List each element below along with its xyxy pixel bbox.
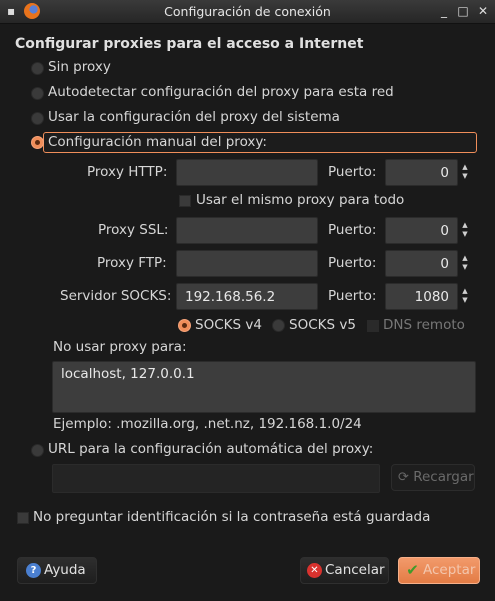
auto-config-url-input[interactable] (52, 464, 380, 493)
http-proxy-label: Proxy HTTP: (87, 164, 168, 180)
checkmark-icon: ✔ (406, 560, 419, 579)
chevron-up-icon[interactable]: ▲ (461, 287, 469, 296)
reload-icon: ⟳ (398, 470, 409, 485)
reload-button[interactable]: ⟳ Recargar (391, 464, 475, 491)
no-proxy-for-label: No usar proxy para: (53, 339, 187, 355)
radio-socks-v4[interactable] (178, 319, 191, 332)
socks-port-input[interactable]: 1080 (385, 283, 458, 310)
http-proxy-input[interactable] (176, 159, 318, 186)
socks-v5-label: SOCKS v5 (289, 317, 356, 333)
no-proxy-for-textarea[interactable]: localhost, 127.0.0.1 (52, 361, 476, 413)
socks-port-label: Puerto: (328, 288, 377, 304)
radio-system-proxy[interactable] (31, 112, 44, 125)
help-button[interactable]: ? Ayuda (17, 557, 97, 584)
ftp-port-stepper[interactable]: ▲ ▼ (461, 254, 469, 272)
accept-button[interactable]: ✔ Aceptar (398, 557, 480, 584)
ssl-port-label: Puerto: (328, 222, 377, 238)
no-proxy-label: Sin proxy (48, 59, 111, 75)
page-title: Configurar proxies para el acceso a Inte… (15, 36, 364, 52)
ssl-port-input[interactable]: 0 (385, 217, 458, 244)
cancel-label: Cancelar (325, 562, 385, 578)
no-proxy-for-value: localhost, 127.0.0.1 (61, 366, 195, 382)
auto-config-url-label: URL para la configuración automática del… (48, 441, 374, 457)
socks-v4-label: SOCKS v4 (195, 317, 262, 333)
ftp-proxy-input[interactable] (176, 250, 318, 277)
http-port-input[interactable]: 0 (385, 159, 458, 186)
chevron-down-icon[interactable]: ▼ (461, 230, 469, 239)
window-title: Configuración de conexión (164, 4, 331, 19)
chevron-down-icon[interactable]: ▼ (461, 296, 469, 305)
autodetect-label: Autodetectar configuración del proxy par… (48, 84, 394, 100)
accept-label: Aceptar (423, 562, 476, 578)
chevron-up-icon[interactable]: ▲ (461, 221, 469, 230)
system-proxy-label: Usar la configuración del proxy del sist… (48, 109, 340, 125)
chevron-down-icon[interactable]: ▼ (461, 263, 469, 272)
reload-label: Recargar (413, 469, 474, 485)
ssl-proxy-label: Proxy SSL: (98, 222, 169, 238)
radio-manual-proxy[interactable] (31, 136, 44, 149)
help-icon: ? (26, 562, 41, 578)
maximize-icon[interactable]: □ (456, 4, 470, 18)
ssl-port-stepper[interactable]: ▲ ▼ (461, 221, 469, 239)
ftp-port-label: Puerto: (328, 255, 377, 271)
help-label: Ayuda (44, 562, 86, 578)
chevron-down-icon[interactable]: ▼ (461, 172, 469, 181)
minimize-icon[interactable]: _ (437, 4, 451, 18)
same-proxy-checkbox[interactable] (179, 195, 191, 207)
remote-dns-checkbox[interactable] (367, 320, 379, 332)
cancel-button[interactable]: ✕ Cancelar (300, 557, 389, 584)
same-proxy-label: Usar el mismo proxy para todo (196, 192, 405, 208)
socks-server-input[interactable]: 192.168.56.2 (176, 283, 318, 310)
chevron-up-icon[interactable]: ▲ (461, 254, 469, 263)
ssl-proxy-input[interactable] (176, 217, 318, 244)
chevron-up-icon[interactable]: ▲ (461, 163, 469, 172)
radio-socks-v5[interactable] (272, 319, 285, 332)
close-icon[interactable]: ✕ (476, 4, 490, 18)
remote-dns-label: DNS remoto (383, 317, 465, 333)
radio-auto-config-url[interactable] (31, 444, 44, 457)
manual-proxy-label: Configuración manual del proxy: (48, 134, 267, 150)
socks-server-value: 192.168.56.2 (185, 289, 276, 305)
no-proxy-example: Ejemplo: .mozilla.org, .net.nz, 192.168.… (53, 416, 362, 432)
radio-autodetect[interactable] (31, 87, 44, 100)
cancel-icon: ✕ (307, 562, 322, 578)
http-port-stepper[interactable]: ▲ ▼ (461, 163, 469, 181)
http-port-label: Puerto: (328, 164, 377, 180)
ftp-port-input[interactable]: 0 (385, 250, 458, 277)
radio-no-proxy[interactable] (31, 62, 44, 75)
ftp-proxy-label: Proxy FTP: (97, 255, 167, 271)
no-prompt-auth-checkbox[interactable] (17, 512, 29, 524)
no-prompt-auth-label: No preguntar identificación si la contra… (33, 509, 431, 525)
socks-server-label: Servidor SOCKS: (60, 288, 172, 304)
socks-port-stepper[interactable]: ▲ ▼ (461, 287, 469, 305)
